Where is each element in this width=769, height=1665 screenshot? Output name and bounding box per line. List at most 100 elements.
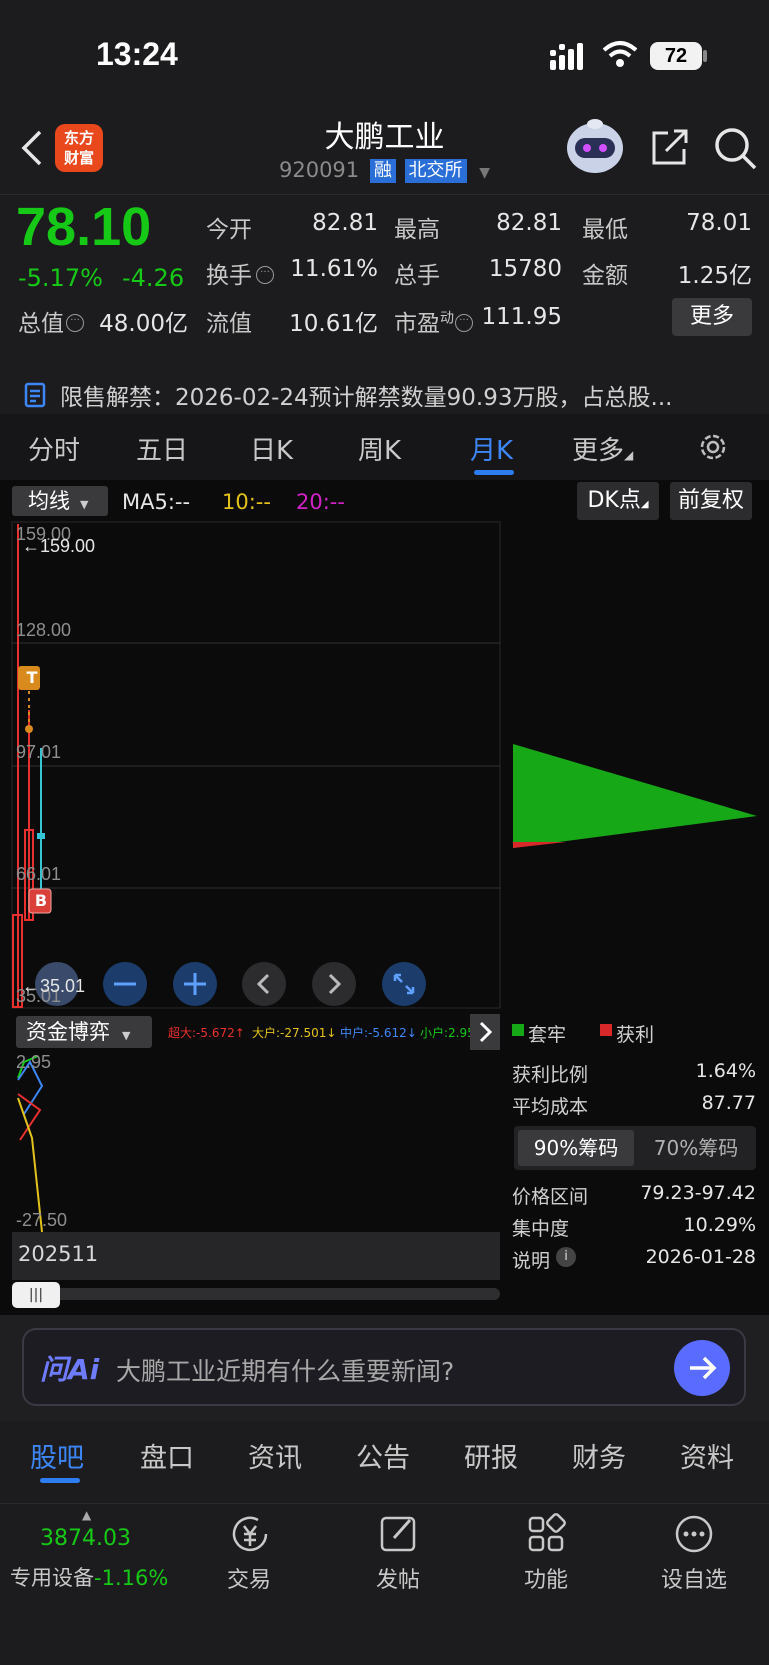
- current-price: 78.10: [16, 197, 152, 257]
- turnover-label: 换手 ···: [206, 256, 274, 290]
- index-info[interactable]: 专用设备-1.16%: [10, 1562, 168, 1592]
- flow-expand-button[interactable]: [470, 1014, 500, 1050]
- nav-add-watchlist[interactable]: 设自选: [649, 1562, 739, 1594]
- chip-trapped-area: [513, 744, 757, 848]
- open-value: 82.81: [312, 210, 378, 236]
- chip-profit-area: [513, 842, 566, 848]
- t-marker-dot: [25, 725, 33, 733]
- wifi-icon: [602, 41, 638, 67]
- flow-mid-value: 中户:-5.612: [340, 1026, 407, 1040]
- more-circle-icon[interactable]: [672, 1512, 716, 1556]
- battery-tip: [703, 50, 707, 62]
- trade-icon[interactable]: [228, 1512, 272, 1556]
- low-value: 78.01: [686, 210, 752, 236]
- unlock-notice[interactable]: 限售解禁：2026-02-24预计解禁数量90.93万股，占总股...: [60, 378, 760, 412]
- tab-guba[interactable]: 股吧: [30, 1436, 84, 1475]
- signal-icon: [550, 43, 583, 70]
- share-icon[interactable]: [648, 125, 692, 169]
- date-label: 202511: [18, 1242, 99, 1266]
- tab-monthly-k[interactable]: 月K: [470, 430, 513, 467]
- ma-select-label: 均线: [28, 489, 70, 513]
- ma-select[interactable]: 均线 ▼: [12, 486, 108, 516]
- ask-ai-logo: 问Ai: [40, 1353, 100, 1386]
- function-grid-icon[interactable]: [524, 1512, 568, 1556]
- chevron-right-icon: [479, 1021, 493, 1043]
- arrow-right-icon: [690, 1356, 717, 1380]
- document-icon: [24, 382, 46, 408]
- spacer: [0, 346, 769, 366]
- status-time: 13:24: [96, 36, 178, 72]
- tab-chip-90[interactable]: 90%筹码: [518, 1130, 634, 1166]
- change-amount: -4.26: [122, 264, 185, 292]
- fund-game-select[interactable]: 资金博弈 ▼: [16, 1016, 152, 1048]
- post-icon[interactable]: [376, 1512, 420, 1556]
- dropdown-icon: ▼: [479, 165, 490, 181]
- info-dots-icon[interactable]: ···: [66, 314, 84, 332]
- tab-daily-k[interactable]: 日K: [250, 430, 293, 467]
- range-label: 价格区间: [512, 1186, 589, 1208]
- mktcap-label: 总值 ···: [18, 304, 84, 338]
- tab-weekly-k[interactable]: 周K: [358, 430, 401, 467]
- ask-send-button[interactable]: [674, 1340, 730, 1396]
- concentration-label: 集中度: [512, 1218, 570, 1240]
- dk-point-button[interactable]: DK点◢: [577, 482, 659, 520]
- active-tab-indicator: [474, 470, 514, 475]
- adjust-button[interactable]: 前复权: [670, 482, 752, 520]
- avg-cost-value: 87.77: [701, 1092, 756, 1114]
- fund-flow-chart[interactable]: [12, 1050, 500, 1232]
- flow-super: 超大:-5.672↑: [168, 1026, 245, 1040]
- tab-profile[interactable]: 资料: [680, 1436, 734, 1475]
- tab-intraday[interactable]: 分时: [28, 430, 80, 467]
- tab-news[interactable]: 资讯: [248, 1436, 302, 1475]
- legend-profit-swatch: [600, 1024, 612, 1036]
- tab-more[interactable]: 更多◢: [572, 430, 633, 467]
- turnover-value: 11.61%: [290, 256, 378, 282]
- tab-pankou[interactable]: 盘口: [140, 1436, 194, 1475]
- pe-label-text: 市盈: [394, 311, 440, 337]
- profit-ratio-label: 获利比例: [512, 1064, 589, 1086]
- battery-icon: 72: [650, 42, 702, 70]
- profit-ratio-value: 1.64%: [695, 1060, 756, 1082]
- open-label: 今开: [206, 217, 252, 243]
- info-dots-icon[interactable]: ···: [455, 314, 473, 332]
- more-button[interactable]: 更多: [672, 298, 752, 336]
- tab-announcements[interactable]: 公告: [356, 1436, 410, 1475]
- tab-financials[interactable]: 财务: [572, 1436, 626, 1475]
- ma20-label: 20:--: [296, 490, 345, 514]
- tab-chip-70[interactable]: 70%筹码: [640, 1130, 752, 1166]
- ask-ai-placeholder[interactable]: 大鹏工业近期有什么重要新闻?: [116, 1352, 454, 1388]
- pe-value: 111.95: [481, 304, 562, 330]
- kline-chart[interactable]: [0, 520, 769, 1010]
- flow-big-value: 大户:-27.501: [252, 1026, 327, 1040]
- high-value: 82.81: [496, 210, 562, 236]
- index-change: -1.16%: [94, 1566, 169, 1590]
- flow-big: 大户:-27.501↓: [252, 1026, 337, 1040]
- exchange-tag: 北交所: [404, 159, 467, 183]
- active-tab-indicator: [40, 1478, 80, 1483]
- flow-small: 小户:2.954: [420, 1026, 470, 1040]
- amount-label: 金额: [582, 263, 628, 289]
- nav-post[interactable]: 发帖: [353, 1562, 443, 1594]
- range-value: 79.23-97.42: [640, 1182, 756, 1204]
- scroll-handle[interactable]: |||: [12, 1282, 60, 1308]
- up-caret-icon: ▲: [82, 1508, 92, 1522]
- max-price-label: ←159.00: [22, 536, 96, 556]
- legend-trapped-swatch: [512, 1024, 524, 1036]
- info-icon[interactable]: i: [556, 1247, 576, 1267]
- control-bg: [242, 962, 286, 1006]
- flow-mid: 中户:-5.612↓: [340, 1026, 417, 1040]
- stock-code: 920091: [278, 158, 360, 182]
- chart-scrollbar[interactable]: [12, 1288, 500, 1300]
- index-value[interactable]: 3874.03: [40, 1526, 131, 1551]
- nav-trade[interactable]: 交易: [204, 1562, 294, 1594]
- volume-label: 总手: [394, 263, 440, 289]
- concentration-value: 10.29%: [683, 1214, 756, 1236]
- nav-function[interactable]: 功能: [501, 1562, 591, 1594]
- float-label: 流值: [206, 311, 252, 337]
- robot-assistant-icon[interactable]: [565, 118, 625, 174]
- search-icon[interactable]: [712, 125, 758, 171]
- tab-five-day[interactable]: 五日: [136, 430, 188, 467]
- control-bg: [382, 962, 426, 1006]
- tab-research[interactable]: 研报: [464, 1436, 518, 1475]
- gear-icon[interactable]: [696, 430, 730, 464]
